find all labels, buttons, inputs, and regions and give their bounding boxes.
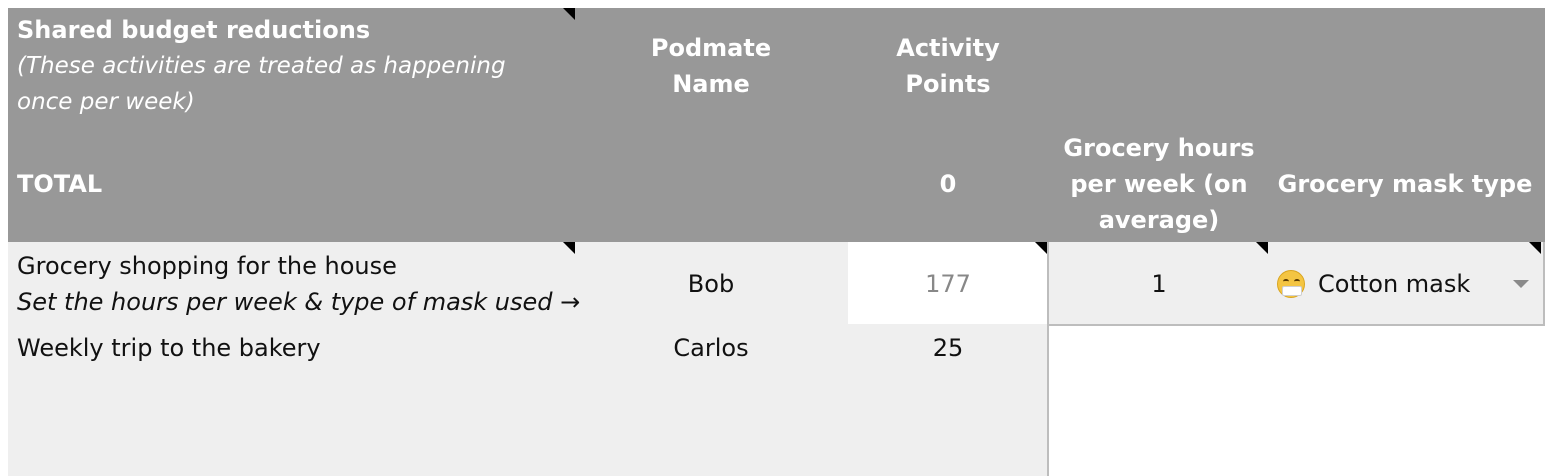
row1-activity[interactable]: Grocery shopping for the house — [17, 248, 397, 284]
points-header-line1[interactable]: Activity — [848, 30, 1048, 66]
points-header-line2: Points — [905, 70, 991, 98]
podmate-header-line1[interactable]: Podmate — [580, 30, 842, 66]
total-label[interactable]: TOTAL — [17, 166, 102, 202]
section-title[interactable]: Shared budget reductions — [17, 12, 370, 48]
comment-indicator[interactable] — [563, 8, 575, 20]
grocery-hours-header-line3: average) — [1098, 206, 1220, 234]
section-subtitle-line1: (These activities are treated as happeni… — [17, 53, 506, 79]
face-with-medical-mask-icon — [1277, 270, 1305, 298]
row1-activity-note: Set the hours per week & type of mask us… — [17, 288, 581, 316]
mask-type-value: Cotton mask — [1318, 270, 1471, 298]
mask-type-dropdown[interactable]: Cotton mask — [1270, 244, 1545, 324]
row1-points[interactable]: 177 — [848, 266, 1048, 302]
row1-points-comment-indicator[interactable] — [1035, 242, 1047, 254]
section-subtitle-line2: once per week) — [17, 89, 195, 115]
grocery-hours-header-line1[interactable]: Grocery hours — [1048, 130, 1270, 166]
row2-points[interactable]: 25 — [848, 330, 1048, 366]
row2-activity[interactable]: Weekly trip to the bakery — [17, 330, 321, 366]
row1-comment-indicator[interactable] — [563, 242, 575, 254]
row1-mask-comment-indicator[interactable] — [1529, 242, 1541, 254]
row2-podmate[interactable]: Carlos — [580, 330, 842, 366]
row1-podmate[interactable]: Bob — [580, 266, 842, 302]
row1-grocery-hours[interactable]: 1 — [1048, 266, 1270, 302]
total-points[interactable]: 0 — [848, 166, 1048, 202]
grocery-hours-header-line2: per week (on — [1070, 170, 1248, 198]
row1-hours-comment-indicator[interactable] — [1256, 242, 1268, 254]
chevron-down-icon[interactable] — [1513, 280, 1529, 288]
podmate-header-line2: Name — [672, 70, 750, 98]
grocery-mask-header[interactable]: Grocery mask type — [1270, 166, 1540, 202]
